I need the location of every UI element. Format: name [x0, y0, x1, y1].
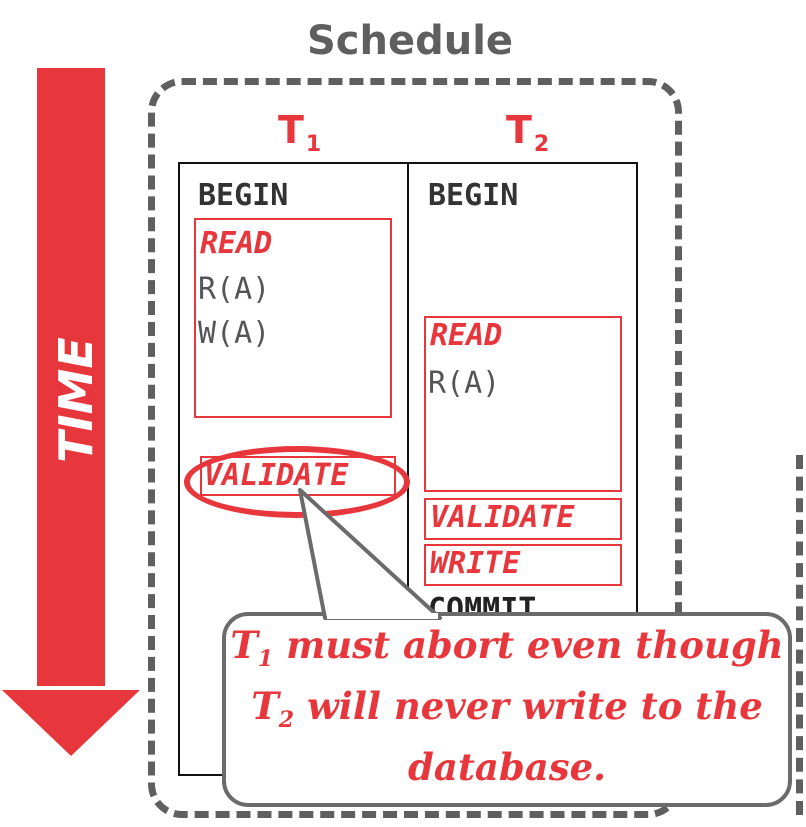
- callout-text: T1 must abort even though T2 will never …: [222, 622, 792, 791]
- callout-line-1: T1 must abort even though: [230, 623, 784, 672]
- callout-line-2: T2 will never write to the: [251, 684, 763, 733]
- callout-line-3: database.: [407, 745, 606, 789]
